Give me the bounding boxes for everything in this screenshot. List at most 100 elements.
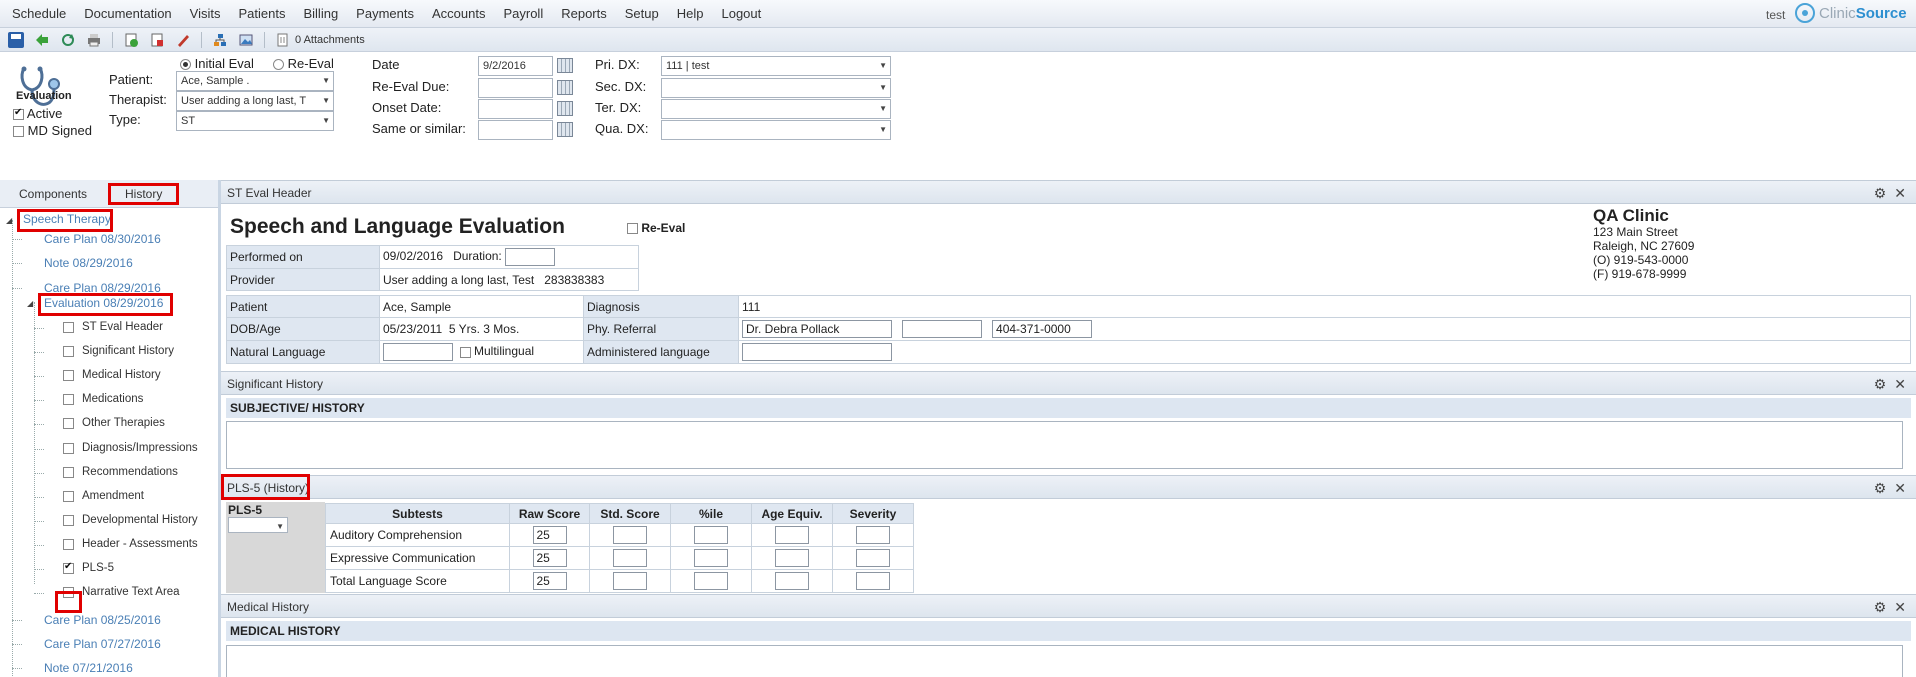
pls5-score-input[interactable]: 25 (532, 572, 567, 590)
type-select[interactable]: ST (176, 111, 334, 131)
tree-component-item[interactable]: Medications (82, 393, 143, 405)
same-or-similar-calendar-icon[interactable] (557, 122, 573, 137)
tree-component-item[interactable]: Amendment (82, 490, 144, 502)
pls5-score-input[interactable] (856, 526, 890, 544)
tree-item[interactable]: Note 08/29/2016 (44, 256, 133, 270)
menu-patients[interactable]: Patients (233, 6, 298, 21)
reeval-due-input[interactable] (478, 78, 553, 98)
subjective-history-textarea[interactable] (226, 421, 1903, 469)
pls5-score-input[interactable] (856, 572, 890, 590)
tree-component-item[interactable]: Developmental History (82, 514, 198, 526)
image-icon[interactable] (238, 32, 254, 48)
delete-document-icon[interactable] (149, 32, 165, 48)
pls5-select[interactable] (228, 517, 288, 533)
save-icon[interactable] (8, 31, 24, 48)
tree-item[interactable]: Note 07/21/2016 (44, 661, 133, 675)
gear-icon[interactable]: ⚙ (1874, 599, 1887, 616)
menu-setup[interactable]: Setup (619, 6, 671, 21)
tree-component-item[interactable]: Significant History (82, 345, 174, 357)
re-eval-radio[interactable] (273, 59, 284, 71)
org-chart-icon[interactable] (212, 32, 228, 48)
tree-checkbox[interactable] (63, 418, 74, 430)
gear-icon[interactable]: ⚙ (1874, 185, 1887, 202)
tree-checkbox[interactable] (63, 442, 74, 454)
gear-icon[interactable]: ⚙ (1874, 376, 1887, 393)
tree-checkbox[interactable] (63, 538, 74, 550)
menu-documentation[interactable]: Documentation (78, 6, 183, 21)
close-icon[interactable]: ✕ (1894, 480, 1906, 497)
attachments-button[interactable]: 0 Attachments (275, 32, 365, 48)
collapse-arrow-icon[interactable]: ◢ (27, 299, 33, 308)
onset-calendar-icon[interactable] (557, 101, 573, 116)
pls5-score-input[interactable] (694, 526, 728, 544)
therapist-select[interactable]: User adding a long last, T (176, 91, 334, 111)
initial-eval-option[interactable]: Initial Eval (180, 56, 254, 71)
tree-component-item[interactable]: ST Eval Header (82, 321, 163, 333)
pls5-score-input[interactable] (613, 572, 647, 590)
md-signed-checkbox[interactable] (13, 126, 24, 138)
medical-history-textarea[interactable] (226, 645, 1903, 677)
tree-item[interactable]: Care Plan 08/30/2016 (44, 232, 161, 246)
refresh-icon[interactable] (60, 32, 76, 48)
menu-visits[interactable]: Visits (184, 6, 233, 21)
pls5-score-input[interactable]: 25 (532, 526, 567, 544)
close-icon[interactable]: ✕ (1894, 376, 1906, 393)
pls5-score-input[interactable] (856, 549, 890, 567)
initial-eval-radio[interactable] (180, 59, 191, 71)
pri-dx-select[interactable]: 111 | test (661, 56, 891, 76)
tree-checkbox[interactable] (63, 561, 74, 574)
date-calendar-icon[interactable] (557, 58, 573, 73)
new-document-icon[interactable] (123, 32, 139, 48)
phy-referral-phone-input[interactable]: 404-371-0000 (992, 320, 1093, 338)
pls5-score-input[interactable] (775, 549, 809, 567)
menu-help[interactable]: Help (671, 6, 716, 21)
sign-pen-icon[interactable] (175, 32, 191, 48)
menu-payments[interactable]: Payments (350, 6, 426, 21)
pls5-score-input[interactable] (613, 526, 647, 544)
tree-checkbox[interactable] (63, 370, 74, 382)
same-or-similar-input[interactable] (478, 120, 553, 140)
tree-component-item[interactable]: Narrative Text Area (82, 586, 180, 598)
tree-component-item[interactable]: PLS-5 (82, 562, 114, 574)
menu-logout[interactable]: Logout (715, 6, 773, 21)
tab-components[interactable]: Components (19, 187, 87, 201)
menu-accounts[interactable]: Accounts (426, 6, 497, 21)
tree-checkbox[interactable] (63, 322, 74, 333)
menu-billing[interactable]: Billing (297, 6, 350, 21)
tree-item[interactable]: Care Plan 07/27/2016 (44, 637, 161, 651)
pls5-score-input[interactable] (694, 572, 728, 590)
tree-checkbox[interactable] (63, 346, 74, 358)
print-icon[interactable] (86, 32, 102, 48)
phy-referral-npi-input[interactable] (902, 320, 983, 338)
tree-checkbox[interactable] (63, 514, 74, 526)
tree-component-item[interactable]: Other Therapies (82, 417, 165, 429)
tree-component-item[interactable]: Recommendations (82, 466, 178, 478)
multilingual-checkbox[interactable] (459, 346, 471, 358)
pls5-score-input[interactable] (775, 526, 809, 544)
tree-item[interactable]: Care Plan 08/25/2016 (44, 613, 161, 627)
tree-component-item[interactable]: Header - Assessments (82, 538, 198, 550)
menu-payroll[interactable]: Payroll (497, 6, 555, 21)
pls5-score-input[interactable]: 25 (532, 549, 567, 567)
pls5-score-input[interactable] (613, 549, 647, 567)
pls5-score-input[interactable] (775, 572, 809, 590)
active-checkbox[interactable] (13, 107, 24, 121)
gear-icon[interactable]: ⚙ (1874, 480, 1887, 497)
tree-component-item[interactable]: Medical History (82, 369, 161, 381)
duration-input[interactable] (505, 248, 556, 266)
qua-dx-select[interactable] (661, 120, 891, 140)
sec-dx-select[interactable] (661, 78, 891, 98)
reeval-due-calendar-icon[interactable] (557, 80, 573, 95)
menu-schedule[interactable]: Schedule (6, 6, 78, 21)
close-icon[interactable]: ✕ (1894, 599, 1906, 616)
administered-language-input[interactable] (742, 343, 892, 361)
pls5-score-input[interactable] (694, 549, 728, 567)
menu-reports[interactable]: Reports (555, 6, 619, 21)
tree-checkbox[interactable] (63, 466, 74, 478)
ter-dx-select[interactable] (661, 99, 891, 119)
date-input[interactable]: 9/2/2016 (478, 56, 553, 76)
phy-referral-name-input[interactable]: Dr. Debra Pollack (742, 320, 892, 338)
patient-select[interactable]: Ace, Sample . (176, 71, 334, 91)
collapse-arrow-icon[interactable]: ◢ (6, 216, 12, 225)
close-icon[interactable]: ✕ (1894, 185, 1906, 202)
